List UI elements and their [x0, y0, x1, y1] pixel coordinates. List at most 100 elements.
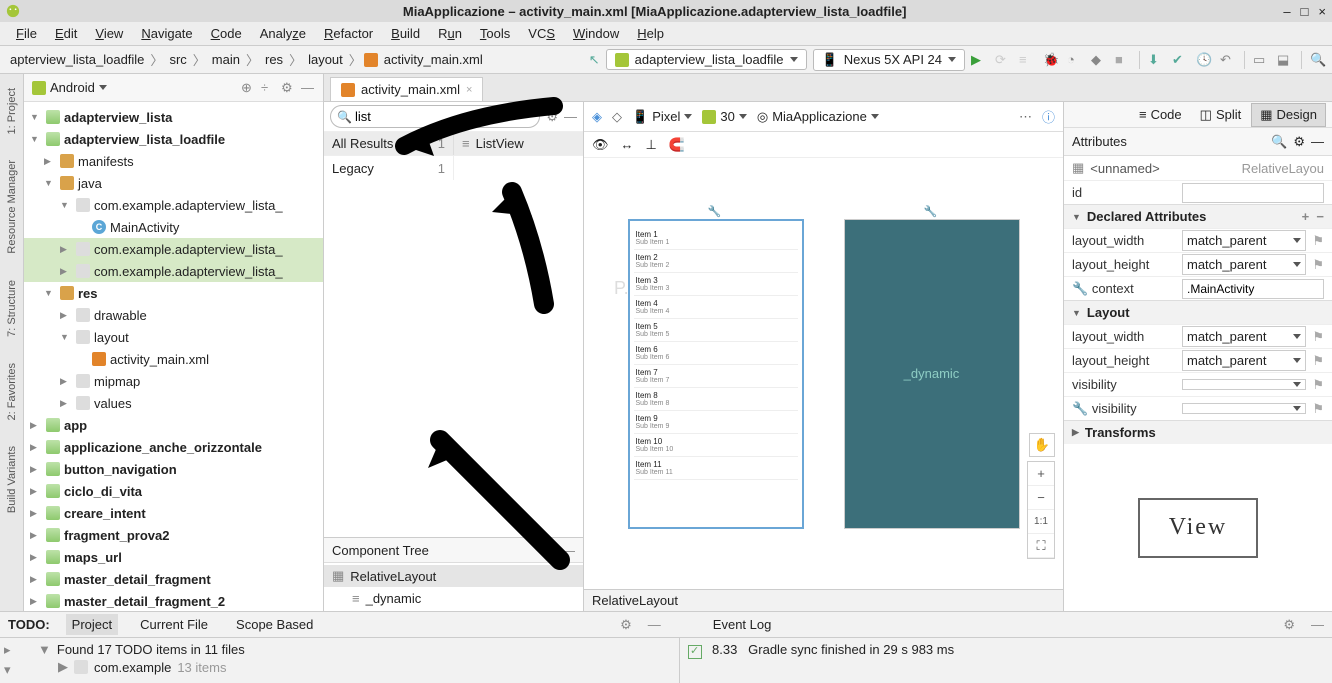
tree-node[interactable]: ▶drawable: [24, 304, 323, 326]
apply-code-icon[interactable]: ≡: [1019, 52, 1035, 68]
run-config-combo[interactable]: adapterview_lista_loadfile: [606, 49, 807, 70]
palette-search-input[interactable]: [355, 109, 515, 124]
tree-node[interactable]: ▶com.example.adapterview_lista_: [24, 260, 323, 282]
theme-combo[interactable]: ◎MiaApplicazione: [757, 109, 879, 125]
view-mode-code[interactable]: ≡Code: [1131, 104, 1190, 125]
device-preview-combo[interactable]: 📱Pixel: [632, 109, 692, 125]
component-tree[interactable]: ▦ RelativeLayout ≡ _dynamic: [324, 563, 583, 611]
tree-node[interactable]: activity_main.xml: [24, 348, 323, 370]
crumb-0[interactable]: apterview_lista_loadfile: [6, 50, 148, 69]
tree-node[interactable]: ▶button_navigation: [24, 458, 323, 480]
editor-tab-activity-main[interactable]: activity_main.xml ×: [330, 77, 483, 101]
tree-node[interactable]: ▼java: [24, 172, 323, 194]
tree-node[interactable]: ▼res: [24, 282, 323, 304]
menu-navigate[interactable]: Navigate: [133, 24, 200, 43]
design-surface-icon[interactable]: ◈: [592, 109, 602, 125]
vcs-revert-icon[interactable]: ↶: [1220, 52, 1236, 68]
component-tree-settings-icon[interactable]: ⚙: [544, 542, 556, 558]
crumb-2[interactable]: main: [208, 50, 244, 69]
default-margins-icon[interactable]: ⊥: [646, 137, 657, 153]
view-options-icon[interactable]: 👁: [592, 137, 609, 153]
stop-button[interactable]: ■: [1115, 52, 1131, 68]
menu-build[interactable]: Build: [383, 24, 428, 43]
clear-search-icon[interactable]: ×: [527, 110, 533, 122]
tree-node[interactable]: ▼com.example.adapterview_lista_: [24, 194, 323, 216]
sdk-manager-icon[interactable]: ⬓: [1277, 52, 1293, 68]
attr-vis-combo[interactable]: [1182, 379, 1306, 390]
search-everywhere-icon[interactable]: 🔍: [1310, 52, 1326, 68]
attach-debugger-icon[interactable]: ◆: [1091, 52, 1107, 68]
tree-node[interactable]: ▶com.example.adapterview_lista_: [24, 238, 323, 260]
add-attr-icon[interactable]: +: [1302, 209, 1310, 224]
menu-edit[interactable]: Edit: [47, 24, 85, 43]
attr-lw-combo[interactable]: match_parent: [1182, 230, 1306, 251]
design-preview[interactable]: Item 1Sub Item 1Item 2Sub Item 2Item 3Su…: [628, 219, 804, 529]
component-tree-child[interactable]: ≡ _dynamic: [324, 587, 583, 609]
avd-manager-icon[interactable]: ▭: [1253, 52, 1269, 68]
attr-settings-icon[interactable]: ⚙: [1293, 134, 1305, 150]
device-combo[interactable]: 📱 Nexus 5X API 24: [813, 49, 965, 71]
vcs-history-icon[interactable]: 🕓: [1196, 52, 1212, 68]
hide-panel-icon[interactable]: —: [301, 80, 315, 95]
gutter-project[interactable]: 1: Project: [4, 80, 20, 142]
zoom-in-button[interactable]: +: [1028, 462, 1054, 486]
project-tree[interactable]: ▼adapterview_lista▼adapterview_lista_loa…: [24, 102, 323, 611]
more-options-icon[interactable]: ⋯: [1019, 109, 1032, 125]
warnings-icon[interactable]: ⓘ: [1042, 107, 1055, 126]
tree-node[interactable]: ▶mipmap: [24, 370, 323, 392]
attr-hide-icon[interactable]: —: [1311, 134, 1324, 149]
palette-search[interactable]: 🔍 ×: [330, 105, 540, 128]
tree-node[interactable]: ▶app: [24, 414, 323, 436]
orientation-icon[interactable]: ◇: [612, 109, 622, 125]
todo-tab-project[interactable]: Project: [66, 614, 118, 635]
tree-node[interactable]: ▼adapterview_lista: [24, 106, 323, 128]
clear-constraints-icon[interactable]: 🧲: [669, 137, 685, 153]
todo-hide-icon[interactable]: —: [648, 617, 661, 632]
crumb-5[interactable]: activity_main.xml: [380, 50, 487, 69]
palette-settings-icon[interactable]: ⚙: [546, 109, 558, 125]
project-view-dropdown[interactable]: [99, 85, 107, 90]
menu-code[interactable]: Code: [203, 24, 250, 43]
todo-collapse-icon[interactable]: ▾: [4, 662, 11, 678]
remove-attr-icon[interactable]: −: [1316, 209, 1324, 224]
close-tab-icon[interactable]: ×: [466, 84, 472, 96]
tree-node[interactable]: ▶ciclo_di_vita: [24, 480, 323, 502]
attr-context-input[interactable]: [1182, 279, 1324, 299]
palette-listview[interactable]: ListView: [476, 136, 524, 151]
component-tree-hide-icon[interactable]: —: [562, 543, 575, 558]
menu-run[interactable]: Run: [430, 24, 470, 43]
collapse-all-icon[interactable]: ÷: [261, 80, 275, 95]
tree-node[interactable]: CMainActivity: [24, 216, 323, 238]
attr-id-input[interactable]: [1182, 183, 1324, 203]
gutter-build-variants[interactable]: Build Variants: [4, 438, 20, 521]
tree-node[interactable]: ▶applicazione_anche_orizzontale: [24, 436, 323, 458]
palette-hide-icon[interactable]: —: [564, 109, 577, 124]
blueprint-preview[interactable]: _dynamic: [844, 219, 1020, 529]
tree-node[interactable]: ▶maps_url: [24, 546, 323, 568]
gutter-structure[interactable]: 7: Structure: [4, 272, 20, 345]
todo-tab-current[interactable]: Current File: [134, 614, 214, 635]
event-settings-icon[interactable]: ⚙: [1283, 617, 1295, 633]
menu-view[interactable]: View: [87, 24, 131, 43]
menu-analyze[interactable]: Analyze: [252, 24, 314, 43]
tree-node[interactable]: ▼adapterview_lista_loadfile: [24, 128, 323, 150]
tree-node[interactable]: ▶manifests: [24, 150, 323, 172]
zoom-actual-button[interactable]: 1:1: [1028, 510, 1054, 534]
tree-node[interactable]: ▶master_detail_fragment_2: [24, 590, 323, 611]
tree-node[interactable]: ▶master_detail_fragment: [24, 568, 323, 590]
attr-lh2-combo[interactable]: match_parent: [1182, 350, 1306, 371]
tree-node[interactable]: ▶fragment_prova2: [24, 524, 323, 546]
attr-search-icon[interactable]: 🔍: [1271, 134, 1287, 150]
zoom-fit-button[interactable]: ⛶: [1028, 534, 1054, 558]
attr-section-declared[interactable]: Declared Attributes: [1087, 209, 1302, 224]
todo-pkg-name[interactable]: com.example: [94, 660, 171, 675]
todo-tab-scope[interactable]: Scope Based: [230, 614, 319, 635]
select-opened-file-icon[interactable]: ⊕: [241, 80, 255, 96]
menu-refactor[interactable]: Refactor: [316, 24, 381, 43]
view-mode-design[interactable]: ▦Design: [1251, 103, 1326, 127]
debug-button[interactable]: 🐞: [1043, 52, 1059, 68]
attr-section-layout[interactable]: Layout: [1087, 305, 1130, 320]
crumb-1[interactable]: src: [165, 50, 190, 69]
crumb-4[interactable]: layout: [304, 50, 347, 69]
zoom-out-button[interactable]: −: [1028, 486, 1054, 510]
